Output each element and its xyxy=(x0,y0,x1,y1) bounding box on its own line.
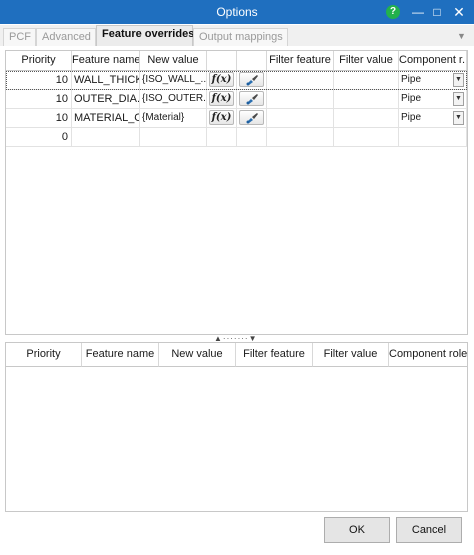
cell-feature-name[interactable]: WALL_THICK... xyxy=(72,71,140,90)
component-role-value: Pipe xyxy=(401,74,422,85)
cell-format[interactable] xyxy=(237,128,267,147)
cell-new-value[interactable]: {ISO_OUTER... xyxy=(140,90,207,109)
cell-filter-value[interactable] xyxy=(334,109,399,128)
column-header-format[interactable] xyxy=(237,51,267,71)
cell-expression: f(x) xyxy=(207,109,237,128)
cell-expression: f(x) xyxy=(207,90,237,109)
chevron-down-icon[interactable]: ▼ xyxy=(453,92,464,106)
minimize-icon[interactable]: — xyxy=(409,3,427,21)
chevron-down-icon[interactable]: ▼ xyxy=(453,73,464,87)
cell-component-role[interactable]: Pipe ▼ xyxy=(399,109,467,128)
cell-filter-value[interactable] xyxy=(334,90,399,109)
cell-component-role[interactable] xyxy=(399,128,467,147)
tab-output-mappings[interactable]: Output mappings xyxy=(193,28,288,46)
cell-new-value[interactable] xyxy=(140,128,207,147)
column-header-new-value[interactable]: New value xyxy=(159,343,236,367)
column-header-new-value[interactable]: New value xyxy=(140,51,207,71)
paint-brush-icon xyxy=(246,75,258,86)
cell-filter-value[interactable] xyxy=(334,128,399,147)
column-header-feature-name[interactable]: Feature name xyxy=(72,51,140,71)
cell-filter-feature[interactable] xyxy=(267,109,334,128)
close-icon[interactable]: ✕ xyxy=(450,3,468,21)
format-button[interactable] xyxy=(239,110,264,125)
cell-expression[interactable] xyxy=(207,128,237,147)
cell-feature-name[interactable] xyxy=(72,128,140,147)
splitter-grip-icon[interactable]: ▲·······▼ xyxy=(214,335,257,343)
column-header-priority[interactable]: Priority xyxy=(6,51,72,71)
chevron-down-icon[interactable]: ▼ xyxy=(453,111,464,125)
cell-feature-name[interactable]: MATERIAL_O... xyxy=(72,109,140,128)
cell-component-role[interactable]: Pipe ▼ xyxy=(399,71,467,90)
column-header-filter-value[interactable]: Filter value xyxy=(313,343,389,367)
title-bar: Options ? — □ ✕ xyxy=(0,0,474,24)
expression-editor-button[interactable]: f(x) xyxy=(209,91,234,106)
cell-format xyxy=(237,90,267,109)
column-header-filter-value[interactable]: Filter value xyxy=(334,51,399,71)
maximize-icon[interactable]: □ xyxy=(428,3,446,21)
grid-splitter[interactable]: ▲·······▼ xyxy=(5,335,468,343)
column-header-component-role[interactable]: Component role xyxy=(389,343,467,367)
tab-strip: PCF Advanced Feature overrides Output ma… xyxy=(0,25,474,46)
window-title: Options xyxy=(216,5,258,19)
column-header-feature-name[interactable]: Feature name xyxy=(82,343,159,367)
cell-feature-name[interactable]: OUTER_DIA... xyxy=(72,90,140,109)
cancel-button[interactable]: Cancel xyxy=(396,517,462,543)
column-header-filter-feature[interactable]: Filter feature xyxy=(267,51,334,71)
function-icon: f(x) xyxy=(211,112,232,123)
tab-pcf[interactable]: PCF xyxy=(3,28,36,46)
cell-new-value[interactable]: {ISO_WALL_... xyxy=(140,71,207,90)
cell-filter-feature[interactable] xyxy=(267,90,334,109)
ok-button[interactable]: OK xyxy=(324,517,390,543)
paint-brush-icon xyxy=(246,113,258,124)
tab-overflow-chevron-icon[interactable]: ▼ xyxy=(457,31,466,41)
cell-expression: f(x) xyxy=(207,71,237,90)
format-button[interactable] xyxy=(239,72,264,87)
component-role-value: Pipe xyxy=(401,93,422,104)
cell-priority[interactable]: 10 xyxy=(6,71,72,90)
expression-editor-button[interactable]: f(x) xyxy=(209,72,234,87)
expression-editor-button[interactable]: f(x) xyxy=(209,110,234,125)
cell-filter-feature[interactable] xyxy=(267,128,334,147)
column-header-priority[interactable]: Priority xyxy=(6,343,82,367)
column-header-filter-feature[interactable]: Filter feature xyxy=(236,343,313,367)
cell-priority[interactable]: 0 xyxy=(6,128,72,147)
function-icon: f(x) xyxy=(211,93,232,104)
column-header-expression[interactable] xyxy=(207,51,237,71)
cell-priority[interactable]: 10 xyxy=(6,90,72,109)
paint-brush-icon xyxy=(246,94,258,105)
help-icon[interactable]: ? xyxy=(386,5,400,19)
column-header-component-role[interactable]: Component r... xyxy=(399,51,467,71)
cell-format xyxy=(237,71,267,90)
tab-feature-overrides[interactable]: Feature overrides xyxy=(96,25,194,46)
tab-advanced[interactable]: Advanced xyxy=(36,28,96,46)
function-icon: f(x) xyxy=(211,74,232,85)
bottom-grid[interactable]: Priority Feature name New value Filter f… xyxy=(5,342,468,512)
format-button[interactable] xyxy=(239,91,264,106)
cell-filter-value[interactable] xyxy=(334,71,399,90)
cell-priority[interactable]: 10 xyxy=(6,109,72,128)
overrides-grid[interactable]: Priority Feature name New value Filter f… xyxy=(5,50,468,335)
cell-new-value[interactable]: {Material} xyxy=(140,109,207,128)
cell-component-role[interactable]: Pipe ▼ xyxy=(399,90,467,109)
cell-format xyxy=(237,109,267,128)
cell-filter-feature[interactable] xyxy=(267,71,334,90)
component-role-value: Pipe xyxy=(401,112,422,123)
